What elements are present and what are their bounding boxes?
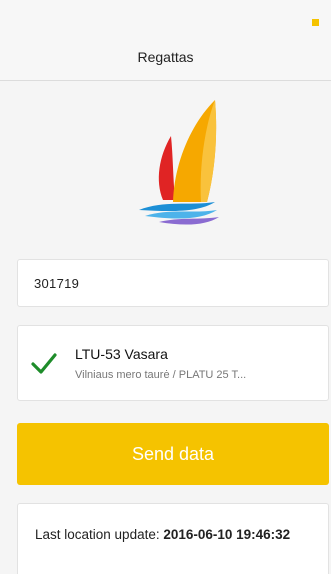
app-header: Regattas (0, 0, 331, 81)
location-update-label: Last location update: (35, 527, 164, 542)
send-data-button[interactable]: Send data (17, 423, 329, 485)
regatta-code-field[interactable]: 301719 (17, 259, 329, 307)
regatta-code-value: 301719 (34, 276, 80, 291)
location-update-time: 2016-06-10 19:46:32 (163, 527, 291, 542)
page-title: Regattas (137, 49, 194, 65)
boat-event: Vilniaus mero taurė / PLATU 25 T... (75, 369, 247, 381)
checkmark-icon (31, 353, 57, 374)
selected-boat-card[interactable]: LTU-53 Vasara Vilniaus mero taurė / PLAT… (17, 325, 329, 401)
status-indicator-icon (312, 19, 319, 26)
location-update-card: Last location update: 2016-06-10 19:46:3… (17, 503, 329, 574)
boat-name: LTU-53 Vasara (75, 346, 168, 362)
sailboat-logo-icon (139, 100, 219, 225)
location-update-text: Last location update: 2016-06-10 19:46:3… (35, 525, 315, 545)
